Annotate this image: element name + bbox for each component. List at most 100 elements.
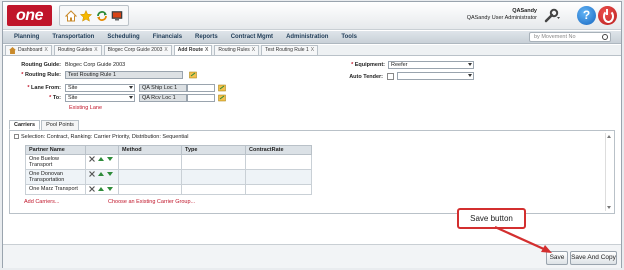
table-row[interactable]: One Buelow Transport [25, 154, 312, 170]
nav-financials[interactable]: Financials [153, 34, 182, 40]
nav-contract-mgmt[interactable]: Contract Mgmt [231, 34, 273, 40]
row-actions [85, 154, 119, 170]
rate-cell[interactable] [245, 154, 312, 170]
help-icon[interactable]: ? [577, 6, 596, 25]
method-cell[interactable] [118, 154, 182, 170]
lane-from-label: * Lane From: [9, 85, 61, 91]
tab-label: Dashboard [18, 47, 43, 53]
move-up-icon[interactable] [98, 157, 104, 161]
save-and-copy-button[interactable]: Save And Copy [570, 251, 617, 265]
rate-cell[interactable] [245, 169, 312, 185]
close-icon[interactable]: X [252, 46, 255, 55]
choose-carrier-group-link[interactable]: Choose an Existing Carrier Group... [108, 199, 195, 205]
nav-reports[interactable]: Reports [195, 34, 218, 40]
type-cell[interactable] [181, 184, 246, 195]
search-input[interactable]: by Movement No [529, 32, 611, 42]
type-cell[interactable] [181, 169, 246, 185]
col-partner-name[interactable]: Partner Name [25, 145, 86, 155]
selection-summary[interactable]: Selection: Contract, Ranking: Carrier Pr… [14, 134, 188, 140]
one-logo[interactable]: one [7, 5, 52, 26]
equipment-select[interactable]: Reefer [388, 61, 474, 69]
app-header: one QASandy QASandy User Administrator ? [3, 2, 621, 30]
routing-rule-label-text: Routing Rule: [24, 72, 61, 78]
delete-icon[interactable] [89, 186, 95, 192]
table-header: Partner Name Method Type ContractRate [25, 145, 312, 155]
tab-routing-rules[interactable]: Routing Rules X [214, 45, 260, 55]
to-label: * To: [9, 95, 61, 101]
tab-routing-guide-detail[interactable]: Blogec Corp Guide 2003 X [103, 45, 172, 55]
required-mark: * [27, 85, 30, 91]
nav-administration[interactable]: Administration [286, 34, 328, 40]
picker-icon[interactable] [218, 94, 227, 102]
tab-routing-guides[interactable]: Routing Guides X [53, 45, 102, 55]
callout-arrow-icon [494, 226, 552, 253]
rcv-loc-input[interactable] [187, 94, 215, 102]
vertical-scrollbar[interactable] [605, 133, 612, 211]
nav-planning[interactable]: Planning [14, 34, 39, 40]
scroll-up-icon[interactable] [607, 135, 611, 138]
user-name: QASandy [512, 8, 537, 14]
rate-cell[interactable] [245, 184, 312, 195]
type-cell[interactable] [181, 154, 246, 170]
ship-loc-value: QA Ship Loc 1 [142, 85, 178, 91]
auto-tender-select[interactable] [397, 72, 474, 80]
move-up-icon[interactable] [98, 172, 104, 176]
method-cell[interactable] [118, 184, 182, 195]
method-cell[interactable] [118, 169, 182, 185]
move-down-icon[interactable] [107, 172, 113, 176]
section-tabs: Carriers Pool Points [9, 120, 80, 130]
delete-icon[interactable] [89, 156, 95, 162]
tab-dashboard[interactable]: Dashboard X [5, 45, 52, 55]
tab-add-route[interactable]: Add Route X [173, 45, 213, 55]
home-icon[interactable] [64, 9, 77, 22]
to-select[interactable]: Site [65, 94, 135, 102]
table-row[interactable]: One Donovan Transportation [25, 169, 312, 185]
routing-rule-field[interactable]: Test Routing Rule 1 [65, 71, 183, 79]
move-up-icon[interactable] [98, 187, 104, 191]
move-down-icon[interactable] [107, 157, 113, 161]
tab-label: Test Routing Rule 1 [265, 47, 309, 53]
user-info: QASandy QASandy User Administrator [467, 8, 537, 22]
star-icon[interactable] [80, 9, 93, 22]
close-icon[interactable]: X [94, 46, 97, 55]
close-icon[interactable]: X [164, 46, 167, 55]
nav-scheduling[interactable]: Scheduling [107, 34, 139, 40]
picker-icon[interactable] [189, 71, 198, 79]
table-row[interactable]: One Marz Transport [25, 184, 312, 195]
close-icon[interactable]: X [205, 46, 208, 55]
nav-tools[interactable]: Tools [341, 34, 357, 40]
search-icon[interactable] [602, 34, 608, 40]
col-contract-rate[interactable]: ContractRate [245, 145, 312, 155]
carriers-table: Partner Name Method Type ContractRate On… [25, 145, 312, 195]
ship-loc-field[interactable]: QA Ship Loc 1 [139, 84, 187, 92]
screen-icon[interactable] [111, 10, 123, 22]
tab-carriers[interactable]: Carriers [9, 120, 41, 130]
expand-icon[interactable] [14, 134, 19, 140]
existing-lane-link[interactable]: Existing Lane [69, 105, 102, 111]
auto-tender-checkbox[interactable] [387, 73, 394, 80]
rcv-loc-value: QA Rcv Loc 1 [142, 95, 176, 101]
col-type[interactable]: Type [181, 145, 246, 155]
tab-pool-points[interactable]: Pool Points [41, 120, 79, 130]
chevron-down-icon [468, 63, 472, 66]
move-down-icon[interactable] [107, 187, 113, 191]
rcv-loc-field[interactable]: QA Rcv Loc 1 [139, 94, 187, 102]
picker-icon[interactable] [218, 84, 227, 92]
tab-strip: Dashboard X Routing Guides X Blogec Corp G… [3, 45, 621, 56]
add-carriers-link[interactable]: Add Carriers... [24, 199, 59, 205]
power-icon[interactable] [598, 6, 617, 25]
nav-transportation[interactable]: Transportation [52, 34, 94, 40]
delete-icon[interactable] [89, 171, 95, 177]
partner-name: One Buelow Transport [25, 154, 86, 170]
lane-from-value: Site [68, 85, 78, 91]
lane-from-select[interactable]: Site [65, 84, 135, 92]
wrench-icon[interactable] [543, 8, 561, 24]
user-role: QASandy User Administrator [466, 15, 537, 21]
ship-loc-input[interactable] [187, 84, 215, 92]
close-icon[interactable]: X [44, 46, 47, 55]
scroll-down-icon[interactable] [607, 206, 611, 209]
tab-test-routing-rule[interactable]: Test Routing Rule 1X [261, 45, 319, 55]
refresh-icon[interactable] [96, 10, 108, 22]
col-method[interactable]: Method [118, 145, 182, 155]
close-icon[interactable]: X [311, 46, 314, 55]
